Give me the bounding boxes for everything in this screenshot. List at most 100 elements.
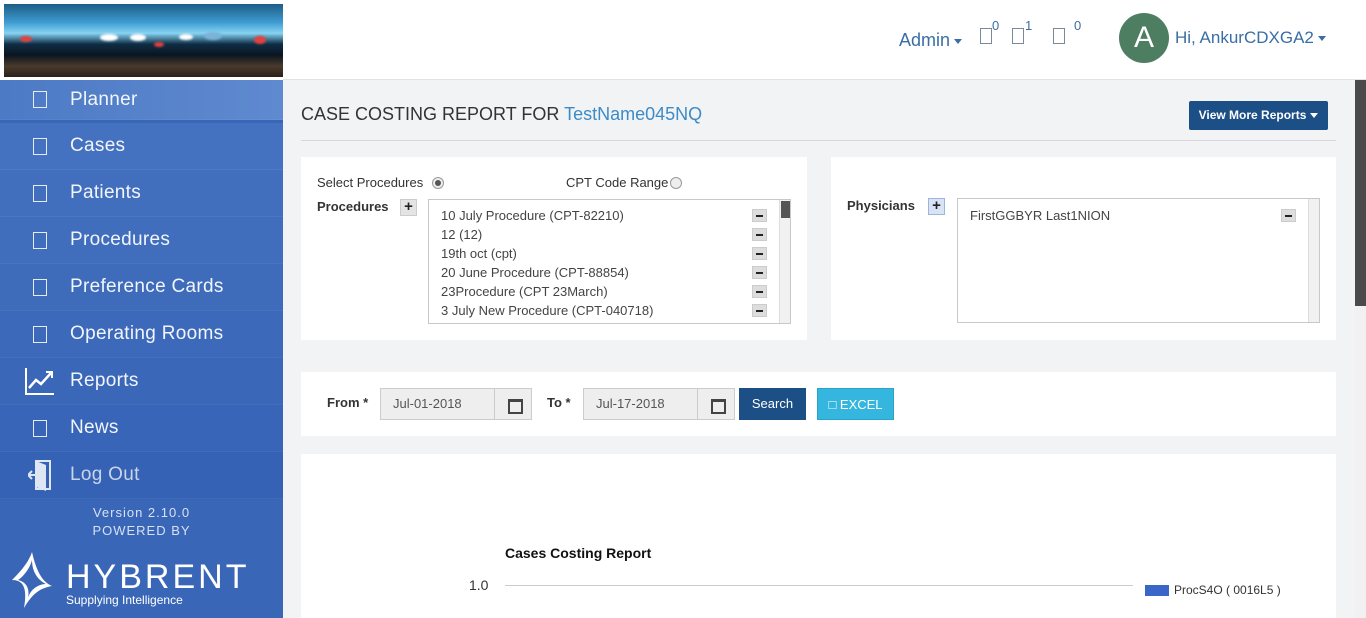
sidebar-item-logout[interactable]: Log Out (0, 452, 283, 499)
square-icon (33, 91, 47, 108)
page-title-name: TestName045NQ (564, 104, 703, 124)
page-title: CASE COSTING REPORT FOR TestName045NQ (301, 104, 702, 125)
message-count: 1 (1025, 18, 1033, 33)
sidebar-item-label: Operating Rooms (70, 323, 224, 344)
logout-icon (28, 460, 51, 491)
page-scrollbar[interactable] (1355, 80, 1366, 618)
add-procedure-button[interactable]: + (400, 199, 417, 216)
to-date-input[interactable]: Jul-17-2018 (583, 388, 698, 420)
user-menu[interactable]: Hi, AnkurCDXGA2 (1175, 28, 1326, 48)
sidebar-item-news[interactable]: News (0, 405, 283, 452)
brand-name: HYBRENT (66, 558, 250, 596)
physicians-scrollbar[interactable] (1308, 199, 1319, 322)
sidebar-item-patients[interactable]: Patients (0, 170, 283, 217)
sidebar-item-label: News (70, 417, 119, 438)
list-item: FirstGGBYR Last1NION (970, 208, 1111, 223)
search-button[interactable]: Search (739, 388, 806, 420)
square-icon (33, 278, 47, 296)
notification-count: 0 (992, 18, 1000, 33)
sidebar-item-label: Log Out (70, 464, 140, 485)
caret-down-icon (954, 38, 963, 44)
hybrent-logo-icon (12, 552, 52, 608)
list-item: 12 (12) (441, 227, 483, 242)
remove-procedure-button[interactable] (752, 304, 767, 317)
sidebar: Planner Cases Patients Procedures Prefer… (0, 80, 283, 618)
sidebar-item-label: Planner (70, 88, 138, 110)
legend-label[interactable]: ProcS4O ( 0016L5 ) (1174, 583, 1281, 597)
user-greeting: Hi, AnkurCDXGA2 (1175, 28, 1314, 47)
view-more-label: View More Reports (1198, 108, 1307, 122)
calendar-icon[interactable] (697, 388, 735, 420)
list-item: 20 June Procedure (CPT-88854) (441, 265, 629, 280)
logo-area[interactable] (0, 0, 283, 80)
page-title-prefix: CASE COSTING REPORT FOR (301, 104, 560, 124)
list-item: 3 July New Procedure (CPT-040718) (441, 303, 654, 318)
cpt-code-range-radio[interactable] (670, 177, 682, 189)
title-divider (301, 140, 1336, 141)
remove-procedure-button[interactable] (752, 266, 767, 279)
notification-icon[interactable] (980, 28, 992, 44)
square-icon (33, 419, 47, 437)
top-navbar: Admin 0 1 0 A Hi, AnkurCDXGA2 (283, 0, 1366, 80)
procedures-label: Procedures (317, 199, 389, 214)
procedures-panel: Select Procedures CPT Code Range Procedu… (301, 157, 807, 340)
select-procedures-label: Select Procedures (317, 175, 424, 190)
message-icon[interactable] (1012, 28, 1024, 44)
sidebar-item-operating-rooms[interactable]: Operating Rooms (0, 311, 283, 358)
physicians-label: Physicians (847, 198, 915, 213)
remove-procedure-button[interactable] (752, 285, 767, 298)
sidebar-item-label: Patients (70, 182, 142, 203)
sidebar-item-label: Preference Cards (70, 276, 224, 297)
square-icon (33, 137, 47, 155)
version-text: Version 2.10.0 (92, 505, 191, 520)
caret-down-icon (1310, 113, 1319, 119)
physicians-list[interactable]: FirstGGBYR Last1NION (957, 198, 1320, 323)
sidebar-item-label: Procedures (70, 229, 171, 250)
list-item: 19th oct (cpt) (441, 246, 517, 261)
list-item: 10 July Procedure (CPT-82210) (441, 208, 624, 223)
chart-gridline (505, 585, 1133, 586)
to-label: To * (547, 395, 571, 410)
sidebar-item-planner[interactable]: Planner (0, 80, 283, 120)
add-physician-button[interactable]: + (928, 198, 945, 215)
admin-label: Admin (899, 30, 951, 50)
cpt-code-range-label: CPT Code Range (566, 175, 669, 190)
scrollbar-thumb[interactable] (781, 201, 790, 218)
chart-title: Cases Costing Report (505, 545, 652, 561)
page-scrollbar-thumb[interactable] (1355, 80, 1366, 306)
legend-swatch (1145, 585, 1169, 596)
remove-procedure-button[interactable] (752, 228, 767, 241)
powered-by-text: POWERED BY (92, 523, 191, 538)
sidebar-item-label: Reports (70, 370, 139, 391)
remove-procedure-button[interactable] (752, 209, 767, 222)
avatar[interactable]: A (1119, 13, 1169, 63)
procedures-list[interactable]: 10 July Procedure (CPT-82210) 12 (12) 19… (428, 199, 791, 324)
sidebar-item-label: Cases (70, 135, 126, 156)
from-date-input[interactable]: Jul-01-2018 (380, 388, 495, 420)
sidebar-item-preference-cards[interactable]: Preference Cards (0, 264, 283, 311)
view-more-reports-button[interactable]: View More Reports (1189, 101, 1328, 130)
y-tick-label: 1.0 (469, 577, 489, 593)
admin-menu[interactable]: Admin (899, 30, 963, 51)
square-icon (33, 325, 47, 343)
cart-icon[interactable] (1053, 28, 1065, 44)
cart-count: 0 (1074, 18, 1082, 33)
square-icon (33, 231, 47, 249)
chart-line-icon (25, 368, 54, 395)
list-item: 23Procedure (CPT 23March) (441, 284, 608, 299)
physicians-panel: Physicians + FirstGGBYR Last1NION (831, 157, 1336, 340)
procedures-scrollbar[interactable] (779, 200, 790, 323)
sidebar-item-reports[interactable]: Reports (0, 358, 283, 405)
select-procedures-radio[interactable] (432, 177, 444, 189)
from-label: From * (327, 395, 369, 410)
brand-tagline: Supplying Intelligence (66, 593, 183, 607)
remove-physician-button[interactable] (1281, 209, 1296, 222)
caret-down-icon (1317, 36, 1326, 42)
sidebar-item-procedures[interactable]: Procedures (0, 217, 283, 264)
logo-image (4, 4, 283, 77)
excel-export-button[interactable]: □ EXCEL (817, 388, 894, 420)
sidebar-item-cases[interactable]: Cases (0, 123, 283, 170)
remove-procedure-button[interactable] (752, 247, 767, 260)
square-icon (33, 184, 47, 202)
calendar-icon[interactable] (494, 388, 532, 420)
